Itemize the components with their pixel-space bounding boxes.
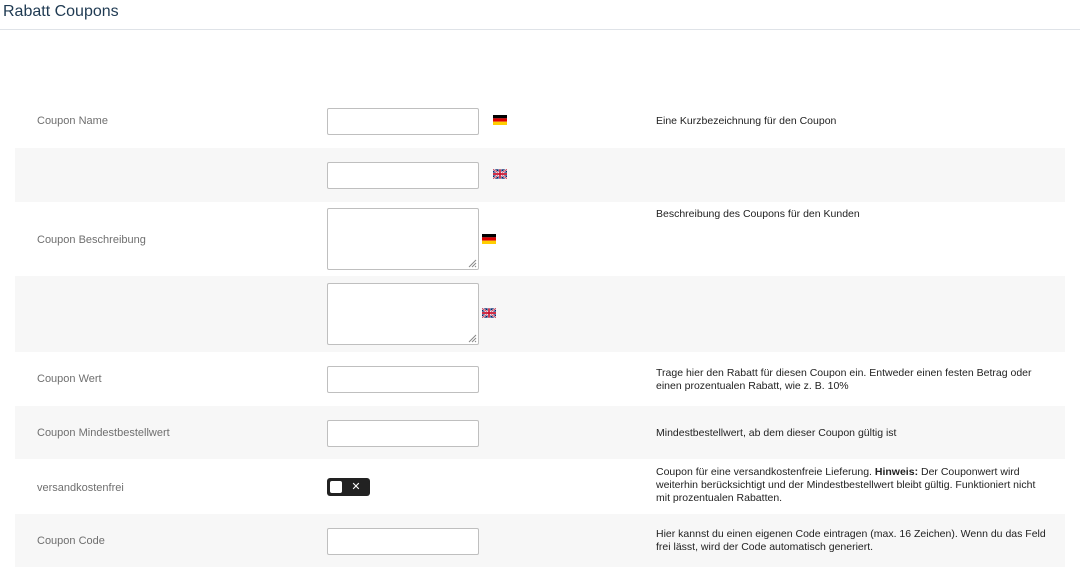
flag-germany-icon [482,234,496,244]
row-coupon-description-en [15,276,1065,352]
min-order-input[interactable] [327,420,479,447]
coupon-code-label: Coupon Code [37,535,105,547]
coupon-name-de-input[interactable] [327,108,479,135]
toggle-knob [330,481,342,493]
coupon-description-help: Beschreibung des Coupons für den Kunden [656,208,860,220]
min-order-help: Mindestbestellwert, ab dem dieser Coupon… [656,427,897,439]
page-header: Rabatt Coupons [0,0,1080,30]
resize-grip-icon[interactable] [468,259,477,268]
coupon-name-help: Eine Kurzbezeichnung für den Coupon [656,115,837,127]
row-coupon-code: Coupon Code Hier kannst du einen eigenen… [15,514,1065,567]
resize-grip-icon[interactable] [468,334,477,343]
coupon-description-de-textarea[interactable] [327,208,479,270]
flag-uk-icon [482,308,496,318]
row-coupon-name-de: Coupon Name Eine Kurzbezeichnung für den… [15,94,1065,148]
coupon-code-help: Hier kannst du einen eigenen Code eintra… [656,528,1046,553]
row-coupon-description-de: Coupon Beschreibung Beschreibung des Cou… [15,202,1065,276]
coupon-value-label: Coupon Wert [37,373,102,385]
free-shipping-label: versandkostenfrei [37,482,124,494]
free-shipping-help-prefix: Coupon für eine versandkostenfreie Liefe… [656,466,875,478]
row-coupon-value: Coupon Wert Trage hier den Rabatt für di… [15,352,1065,406]
coupon-description-label: Coupon Beschreibung [37,234,146,246]
row-free-shipping: versandkostenfrei ✕ Coupon für eine vers… [15,459,1065,514]
coupon-value-input[interactable] [327,366,479,393]
coupon-description-en-textarea[interactable] [327,283,479,345]
coupon-code-input[interactable] [327,528,479,555]
min-order-label: Coupon Mindestbestellwert [37,427,170,439]
coupon-form: Coupon Name Eine Kurzbezeichnung für den… [15,94,1065,567]
coupon-value-help: Trage hier den Rabatt für diesen Coupon … [656,367,1032,392]
coupon-name-en-input[interactable] [327,162,479,189]
row-min-order: Coupon Mindestbestellwert Mindestbestell… [15,406,1065,459]
close-icon: ✕ [351,480,361,493]
flag-uk-icon [493,169,507,179]
free-shipping-toggle[interactable]: ✕ [327,478,370,496]
page-title: Rabatt Coupons [3,3,119,20]
coupon-name-label: Coupon Name [37,115,108,127]
free-shipping-help: Coupon für eine versandkostenfreie Liefe… [656,466,1046,505]
row-coupon-name-en [15,148,1065,202]
flag-germany-icon [493,115,507,125]
free-shipping-help-note: Hinweis: [874,466,919,478]
